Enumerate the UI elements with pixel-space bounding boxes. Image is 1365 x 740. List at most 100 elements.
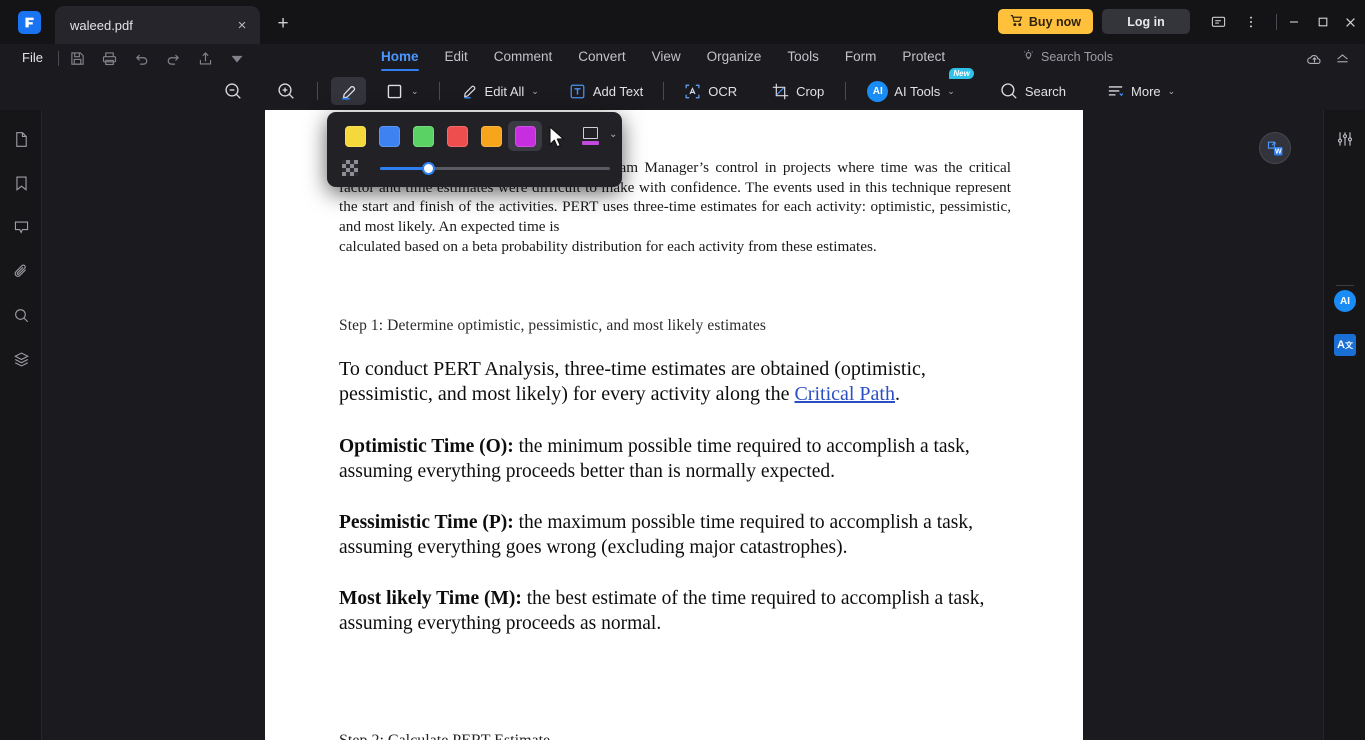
lead-after-link: .	[895, 383, 900, 405]
tab-home[interactable]: Home	[368, 45, 432, 71]
color-swatch-row	[338, 121, 542, 151]
ocr-button[interactable]: OCR	[676, 77, 744, 105]
tab-title: waleed.pdf	[70, 17, 133, 33]
login-button[interactable]: Log in	[1102, 9, 1190, 34]
save-icon[interactable]	[66, 49, 88, 68]
style-underline-icon	[581, 141, 599, 145]
optimistic-definition: Optimistic Time (O): the minimum possibl…	[339, 434, 1011, 484]
tab-organize[interactable]: Organize	[694, 45, 775, 71]
chevron-down-icon: ⌄	[1167, 85, 1176, 96]
color-swatch-red[interactable]	[440, 121, 474, 151]
close-icon[interactable]: ×	[234, 17, 250, 33]
opacity-control	[338, 157, 613, 179]
ai-tools-button[interactable]: AI AI Tools ⌄ New	[860, 68, 974, 105]
zoom-in-button[interactable]	[269, 77, 303, 105]
opacity-slider[interactable]	[380, 162, 610, 175]
translate-icon[interactable]: A文	[1334, 334, 1356, 356]
file-menu[interactable]: File	[14, 48, 51, 67]
chevron-down-icon[interactable]: ⌄	[609, 129, 617, 140]
chevron-down-icon: ⌄	[531, 85, 539, 96]
opacity-slider-fill	[380, 167, 429, 170]
transparency-icon[interactable]	[342, 160, 358, 176]
search-button[interactable]: Search	[992, 77, 1073, 105]
mostlikely-term: Most likely Time (M):	[339, 587, 522, 609]
cart-icon	[1010, 14, 1023, 30]
ribbon-tab-list: Home Edit Comment Convert View Organize …	[368, 44, 958, 72]
document-tab[interactable]: waleed.pdf ×	[55, 6, 260, 44]
opacity-slider-knob[interactable]	[422, 162, 436, 175]
color-swatch-orange[interactable]	[474, 121, 508, 151]
style-box-icon	[582, 127, 598, 139]
comment-icon[interactable]	[10, 216, 32, 238]
ocr-label: OCR	[708, 83, 738, 99]
buy-now-label: Buy now	[1028, 14, 1081, 29]
crop-button[interactable]: Crop	[764, 77, 831, 105]
highlight-style-button[interactable]	[575, 121, 605, 151]
color-swatch-blue[interactable]	[372, 121, 406, 151]
share-icon[interactable]	[194, 49, 216, 68]
bookmark-icon[interactable]	[10, 172, 32, 194]
pessimistic-term: Pessimistic Time (P):	[339, 511, 514, 533]
lead-paragraph: To conduct PERT Analysis, three-time est…	[339, 357, 1011, 408]
page-content: probabilistic technique to increase the …	[339, 158, 1011, 636]
tab-comment[interactable]: Comment	[481, 45, 566, 71]
more-options-icon[interactable]	[1241, 12, 1261, 32]
word-convert-badge[interactable]: W	[1259, 132, 1291, 164]
app-logo-icon	[18, 11, 41, 34]
pessimistic-definition: Pessimistic Time (P): the maximum possib…	[339, 510, 1011, 560]
edit-all-button[interactable]: Edit All ⌄	[453, 77, 546, 105]
crop-label: Crop	[796, 83, 825, 99]
chevron-down-icon: ⌄	[947, 85, 955, 96]
zoom-out-button[interactable]	[216, 77, 250, 105]
tab-form[interactable]: Form	[832, 45, 890, 71]
dropdown-icon[interactable]	[226, 49, 248, 68]
color-swatch-magenta[interactable]	[508, 121, 542, 151]
color-swatch-green[interactable]	[406, 121, 440, 151]
add-text-button[interactable]: Add Text	[561, 77, 650, 105]
new-tab-button[interactable]: +	[272, 12, 294, 34]
swatch-fill	[412, 125, 434, 147]
chevron-down-icon: ⌄	[411, 85, 419, 96]
search-tools-button[interactable]: Search Tools	[1022, 49, 1113, 65]
buy-now-button[interactable]: Buy now	[997, 9, 1093, 34]
more-button[interactable]: More ⌄	[1099, 77, 1182, 105]
cloud-upload-icon[interactable]	[1303, 49, 1325, 69]
attachment-icon[interactable]	[10, 260, 32, 282]
tab-view[interactable]: View	[639, 45, 694, 71]
intro-paragraph-last-line: calculated based on a beta probability d…	[339, 238, 877, 255]
thumbnails-icon[interactable]	[10, 128, 32, 150]
maximize-button[interactable]	[1310, 10, 1336, 34]
settings-sliders-icon[interactable]	[1334, 128, 1356, 150]
color-swatch-yellow[interactable]	[338, 121, 372, 151]
main-toolbar: ⌄ Edit All ⌄ Add Text OCR Crop AI AI Too…	[0, 68, 1365, 110]
close-window-button[interactable]	[1337, 10, 1363, 34]
highlight-color-popup[interactable]: ⌄	[327, 112, 622, 187]
ai-icon[interactable]: AI	[1334, 290, 1356, 312]
swatch-fill	[344, 125, 366, 147]
highlight-tool-button[interactable]	[331, 77, 366, 105]
print-icon[interactable]	[98, 49, 120, 68]
undo-icon[interactable]	[130, 49, 152, 68]
document-viewport[interactable]: probabilistic technique to increase the …	[42, 110, 1323, 740]
left-sidebar: ? ‹	[0, 110, 42, 740]
step1-heading: Step 1: Determine optimistic, pessimisti…	[339, 316, 766, 334]
more-label: More	[1131, 83, 1161, 99]
layers-icon[interactable]	[10, 348, 32, 370]
add-text-label: Add Text	[592, 83, 644, 99]
lightbulb-icon	[1022, 49, 1035, 65]
feedback-icon[interactable]	[1208, 12, 1228, 32]
shape-tool-button[interactable]: ⌄	[378, 77, 426, 105]
redo-icon[interactable]	[162, 49, 184, 68]
tab-convert[interactable]: Convert	[565, 45, 638, 71]
critical-path-link[interactable]: Critical Path	[794, 383, 895, 405]
tab-tools[interactable]: Tools	[774, 45, 832, 71]
collapse-ribbon-icon[interactable]	[1331, 49, 1353, 69]
pdf-page[interactable]: probabilistic technique to increase the …	[265, 110, 1083, 740]
tab-protect[interactable]: Protect	[889, 45, 958, 71]
pdf-editor-window: waleed.pdf × + Buy now Log in File Home …	[0, 0, 1365, 740]
search-icon[interactable]	[10, 304, 32, 326]
tab-edit[interactable]: Edit	[432, 45, 481, 71]
search-label: Search	[1024, 83, 1067, 99]
swatch-fill	[378, 125, 400, 147]
minimize-button[interactable]	[1281, 10, 1307, 34]
